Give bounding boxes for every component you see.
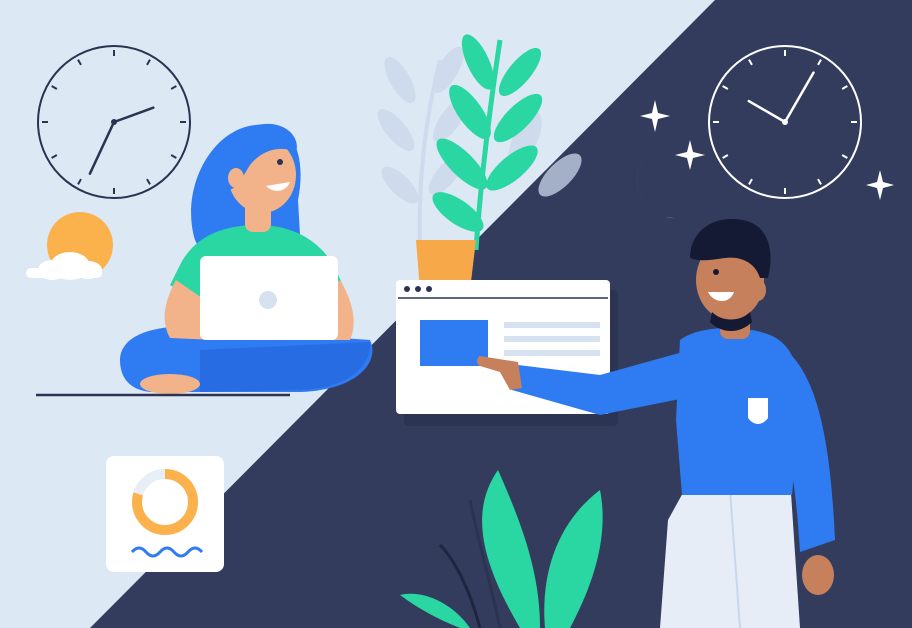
donut-chart-card [106,456,224,572]
clock-center [111,119,117,125]
laptop-logo-icon [259,291,277,309]
day-night-illustration [0,0,912,628]
clock-center [782,119,788,125]
